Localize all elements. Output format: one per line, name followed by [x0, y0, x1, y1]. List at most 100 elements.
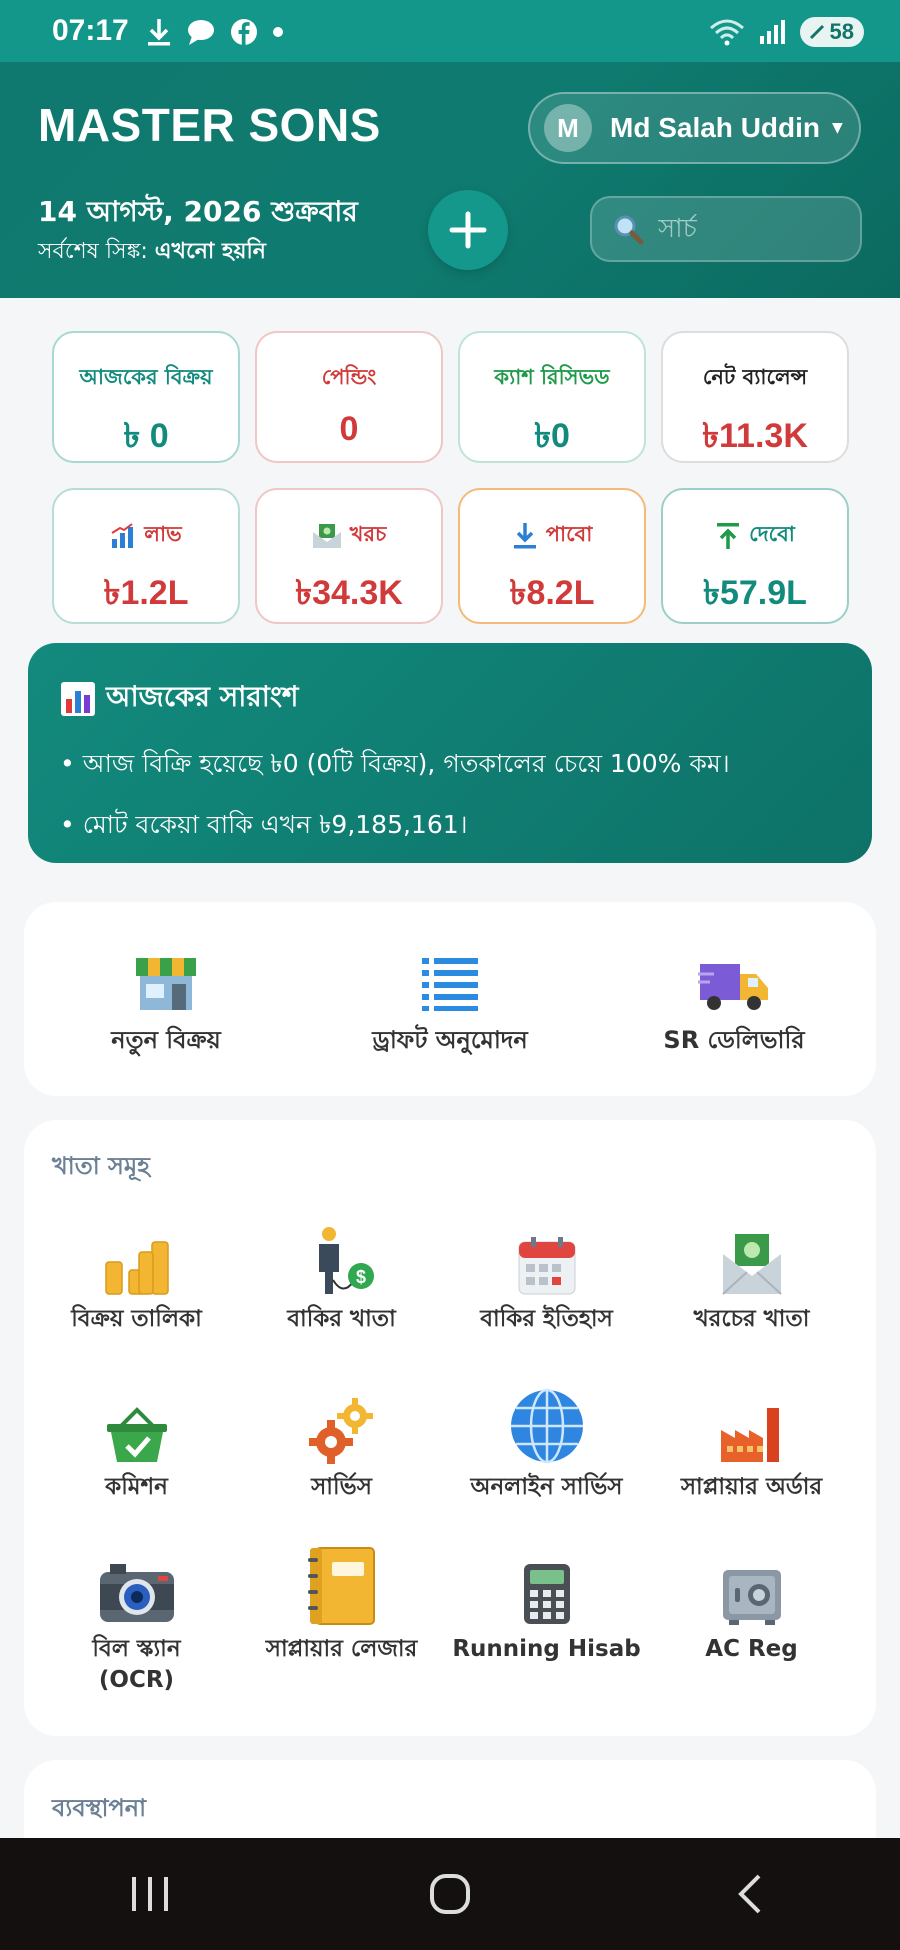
ledger-ac-reg[interactable]: AC Reg [649, 1550, 854, 1665]
system-nav-bar [0, 1838, 900, 1950]
daily-summary-card: আজকের সারাংশ • আজ বিক্রি হয়েছে ৳0 (0টি … [28, 643, 872, 863]
search-icon [614, 215, 644, 245]
battery-saver-icon [809, 24, 824, 40]
ledger-label: বিক্রয় তালিকা [71, 1306, 202, 1332]
calendar-icon [518, 1237, 575, 1295]
battery-indicator: 58 [799, 17, 864, 47]
stat-value: ৳57.9L [703, 574, 807, 612]
gears-icon [308, 1398, 373, 1464]
ledger-due-book[interactable]: $ বাকির খাতা [239, 1220, 444, 1335]
app-header: MASTER SONS M Md Salah Uddin ▼ 14 আগস্ট,… [0, 62, 900, 298]
ledger-expense-book[interactable]: খরচের খাতা [649, 1220, 854, 1335]
ledger-bill-scan[interactable]: বিল স্ক্যান (OCR) [34, 1550, 239, 1696]
stat-card-today-sales[interactable]: আজকের বিক্রয় ৳ 0 [52, 331, 240, 463]
stat-value: ৳11.3K [702, 417, 808, 455]
plus-icon [449, 211, 487, 249]
sync-label: সর্বশেষ সিঙ্ক: [38, 239, 148, 264]
stat-value: ৳1.2L [103, 574, 189, 612]
home-icon [430, 1874, 470, 1914]
stat-card-expense[interactable]: খরচ ৳34.3K [255, 488, 443, 624]
sync-status: সর্বশেষ সিঙ্ক: এখনো হয়নি [38, 234, 266, 271]
globe-icon [510, 1388, 583, 1464]
back-button[interactable] [700, 1854, 800, 1934]
coin-stacks-icon [104, 1241, 169, 1295]
ledger-commission[interactable]: কমিশন [34, 1388, 239, 1503]
ledger-label: AC Reg [705, 1636, 798, 1662]
stat-label: খরচ [349, 522, 387, 546]
ledger-running-hisab[interactable]: Running Hisab [444, 1550, 649, 1665]
svg-text:$: $ [355, 1267, 365, 1287]
summary-line: • মোট বকেয়া বাকি এখন ৳9,185,161। [60, 810, 468, 839]
section-title: ব্যবস্থাপনা [52, 1794, 147, 1822]
ledger-service[interactable]: সার্ভিস [239, 1388, 444, 1503]
add-button[interactable] [428, 190, 508, 270]
ledger-label: সাপ্লায়ার অর্ডার [680, 1474, 823, 1500]
ledger-label: খরচের খাতা [693, 1306, 810, 1332]
stat-value: ৳8.2L [509, 574, 595, 612]
stat-label: পেন্ডিং [321, 365, 377, 389]
sync-value: এখনো হয়নি [154, 239, 266, 264]
battery-level: 58 [829, 19, 854, 44]
ledger-label: বাকির খাতা [287, 1306, 396, 1332]
stat-label: ক্যাশ রিসিভড [494, 365, 610, 389]
safe-icon [722, 1570, 781, 1625]
quick-action-label: নতুন বিক্রয় [111, 1026, 221, 1054]
ledger-label: অনলাইন সার্ভিস [470, 1474, 623, 1500]
dot-icon [273, 27, 283, 37]
facebook-icon [231, 19, 257, 45]
stat-label: নেট ব্যালেন্স [702, 365, 808, 389]
recent-apps-button[interactable] [100, 1854, 200, 1934]
delivery-truck-icon [698, 964, 768, 1010]
quick-action-sr-delivery[interactable]: SR ডেলিভারি [592, 952, 876, 1062]
bar-chart-icon [111, 522, 134, 548]
home-button[interactable] [400, 1854, 500, 1934]
ledger-label: বিল স্ক্যান (OCR) [92, 1636, 181, 1694]
user-menu-button[interactable]: M Md Salah Uddin ▼ [528, 92, 861, 164]
ledger-online-service[interactable]: অনলাইন সার্ভিস [444, 1388, 649, 1503]
stat-card-cash-received[interactable]: ক্যাশ রিসিভড ৳0 [458, 331, 646, 463]
quick-action-label: ড্রাফট অনুমোদন [372, 1026, 528, 1054]
stat-card-profit[interactable]: লাভ ৳1.2L [52, 488, 240, 624]
quick-action-new-sale[interactable]: নতুন বিক্রয় [24, 952, 308, 1062]
ledger-sales-list[interactable]: বিক্রয় তালিকা [34, 1220, 239, 1335]
download-icon [148, 19, 170, 46]
money-envelope-icon [721, 1234, 782, 1295]
quick-action-draft-approval[interactable]: ড্রাফট অনুমোদন [308, 952, 592, 1062]
search-input[interactable] [658, 214, 838, 244]
current-date: 14 আগস্ট, 2026 শুক্রবার [38, 195, 358, 228]
stat-label: লাভ [144, 522, 182, 546]
stat-label: পাবো [545, 522, 593, 546]
stat-card-receivable[interactable]: পাবো ৳8.2L [458, 488, 646, 624]
notebook-icon [307, 1547, 375, 1625]
status-time: 07:17 [52, 14, 129, 47]
basket-check-icon [106, 1407, 167, 1462]
quick-action-label: SR ডেলিভারি [663, 1026, 805, 1054]
stat-value: ৳34.3K [295, 574, 403, 612]
stat-value: ৳0 [534, 417, 570, 455]
system-icons: 58 [708, 14, 864, 50]
signal-icon [759, 20, 785, 44]
ledger-label: বাকির ইতিহাস [480, 1306, 613, 1332]
stat-card-pending[interactable]: পেন্ডিং 0 [255, 331, 443, 463]
stat-card-payable[interactable]: দেবো ৳57.9L [661, 488, 849, 624]
stat-card-net-balance[interactable]: নেট ব্যালেন্স ৳11.3K [661, 331, 849, 463]
list-icon [422, 958, 478, 1011]
wifi-icon [709, 19, 744, 46]
bar-chart-icon [61, 681, 95, 716]
ledger-label: কমিশন [105, 1474, 168, 1500]
search-field[interactable] [590, 196, 862, 262]
ledger-supplier-order[interactable]: সাপ্লায়ার অর্ডার [649, 1388, 854, 1503]
camera-icon [99, 1564, 174, 1622]
recent-apps-icon [132, 1877, 168, 1911]
ledger-label: Running Hisab [452, 1636, 641, 1662]
stat-label: দেবো [749, 522, 795, 546]
chevron-down-icon: ▼ [832, 120, 843, 136]
ledger-supplier-ledger[interactable]: সাপ্লায়ার লেজার [239, 1547, 444, 1665]
ledger-label: সার্ভিস [311, 1474, 372, 1500]
user-name: Md Salah Uddin [610, 112, 820, 143]
status-bar: 07:17 58 [0, 0, 900, 62]
ledger-due-history[interactable]: বাকির ইতিহাস [444, 1220, 649, 1335]
store-icon [136, 958, 196, 1010]
quick-actions-panel: নতুন বিক্রয় ড্রাফট অনুমোদন SR ডেলিভারি [24, 902, 876, 1096]
money-envelope-icon [312, 523, 341, 548]
